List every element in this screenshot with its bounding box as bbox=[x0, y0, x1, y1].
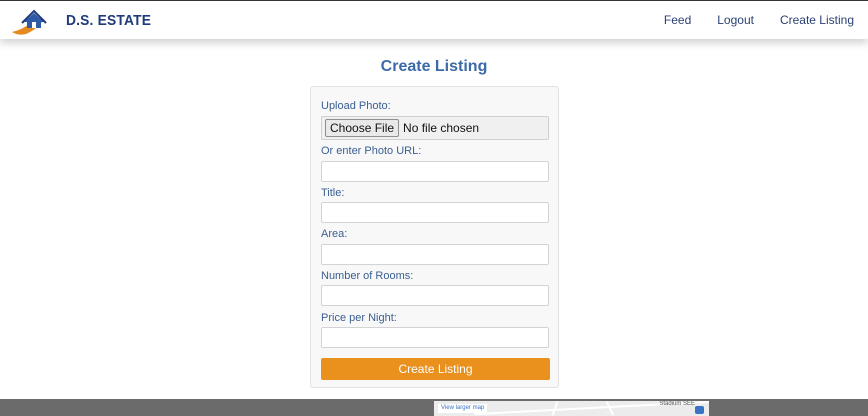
house-logo-icon[interactable] bbox=[10, 5, 50, 37]
map-pin-icon[interactable] bbox=[695, 406, 704, 414]
number-of-rooms-label: Number of Rooms: bbox=[321, 270, 414, 282]
number-of-rooms-input[interactable] bbox=[321, 285, 549, 306]
file-status-text: No file chosen bbox=[403, 121, 480, 135]
brand-name[interactable]: D.S. ESTATE bbox=[66, 12, 151, 29]
nav-link-create-listing[interactable]: Create Listing bbox=[780, 13, 854, 27]
footer: View larger map Stadium SEE bbox=[0, 399, 868, 416]
nav-link-feed[interactable]: Feed bbox=[664, 13, 691, 27]
title-label: Title: bbox=[321, 187, 345, 199]
price-per-night-input[interactable] bbox=[321, 327, 549, 348]
photo-url-label: Or enter Photo URL: bbox=[321, 145, 422, 157]
embedded-map[interactable]: View larger map Stadium SEE bbox=[434, 401, 709, 416]
file-upload-field[interactable]: Choose File No file chosen bbox=[321, 116, 549, 140]
price-per-night-label: Price per Night: bbox=[321, 312, 397, 324]
area-label: Area: bbox=[321, 228, 348, 240]
photo-url-input[interactable] bbox=[321, 161, 549, 182]
choose-file-button[interactable]: Choose File bbox=[325, 119, 400, 137]
nav-link-logout[interactable]: Logout bbox=[717, 13, 754, 27]
nav-links: Feed Logout Create Listing bbox=[638, 13, 854, 27]
page-title: Create Listing bbox=[380, 58, 488, 75]
view-larger-map-link[interactable]: View larger map bbox=[438, 404, 488, 413]
create-listing-form: Upload Photo: Choose File No file chosen… bbox=[310, 86, 559, 388]
create-listing-button[interactable]: Create Listing bbox=[321, 358, 550, 380]
navbar: D.S. ESTATE Feed Logout Create Listing bbox=[0, 0, 868, 39]
map-place-label: Stadium SEE bbox=[659, 401, 695, 407]
upload-photo-label: Upload Photo: bbox=[321, 100, 391, 112]
area-input[interactable] bbox=[321, 244, 549, 265]
title-input[interactable] bbox=[321, 202, 549, 223]
